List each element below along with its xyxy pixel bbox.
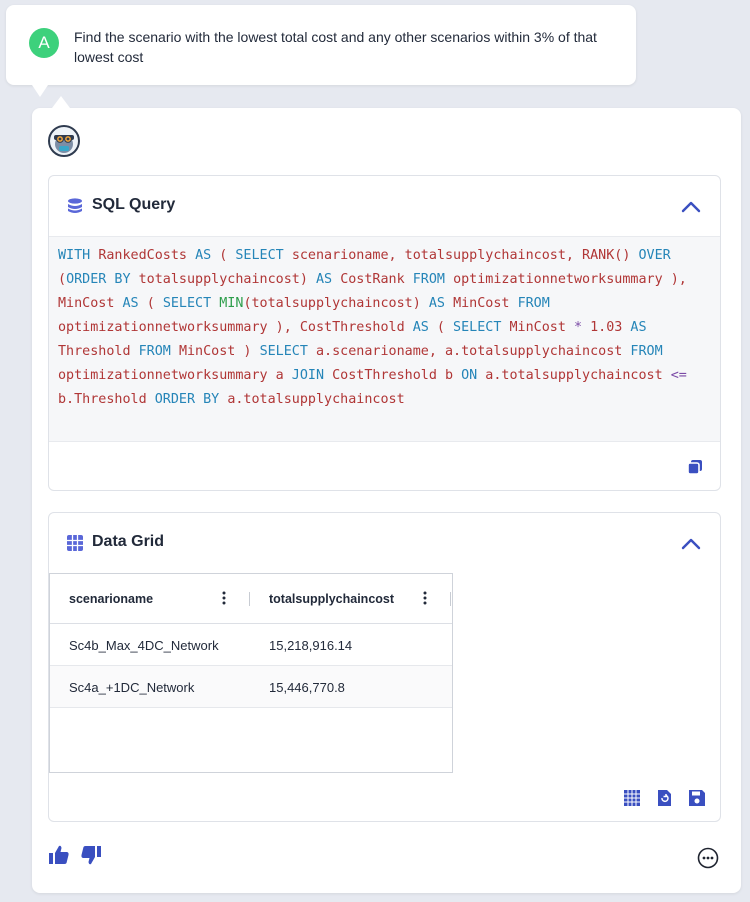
table-row[interactable]: Sc4a_+1DC_Network 15,446,770.8 (50, 666, 452, 708)
sql-token: totalsupplychaincost) (138, 272, 316, 287)
sql-panel-title: SQL Query (92, 196, 176, 213)
chevron-up-icon[interactable] (680, 196, 702, 218)
database-icon (68, 198, 82, 213)
sql-token: optimizationnetworksummary ), (58, 320, 300, 335)
sql-token: MinCost (509, 320, 574, 335)
sql-token: AS (316, 272, 341, 287)
sql-token: MIN (219, 296, 244, 311)
cell-scenarioname: Sc4a_+1DC_Network (69, 680, 195, 695)
sql-token: MinCost (453, 296, 518, 311)
sql-query-panel: SQL Query WITH RankedCosts AS ( SELECT s… (48, 175, 721, 491)
sql-token: SELECT (235, 248, 292, 263)
sql-token: WITH (58, 248, 99, 263)
sql-token: ( (219, 248, 236, 263)
sql-token: * (573, 320, 591, 335)
sql-token: ON (461, 368, 486, 383)
sql-token: Threshold (58, 344, 139, 359)
cell-scenarioname: Sc4b_Max_4DC_Network (69, 638, 219, 653)
sql-token: b.Threshold (58, 392, 155, 407)
grid-icon (67, 535, 83, 551)
sql-token: a.totalsupplychaincost (227, 392, 405, 407)
column-resize-handle[interactable] (450, 592, 451, 606)
cell-totalsupplychaincost: 15,446,770.8 (269, 680, 345, 695)
sql-token: 1.03 (590, 320, 631, 335)
grid-panel-title: Data Grid (92, 533, 165, 550)
sql-token: AS (412, 320, 437, 335)
sql-token: JOIN (291, 368, 333, 383)
sql-token: SELECT (259, 344, 316, 359)
chevron-up-icon[interactable] (680, 533, 702, 555)
sql-token: FROM (138, 344, 179, 359)
table-row[interactable]: Sc4b_Max_4DC_Network 15,218,916.14 (50, 624, 452, 666)
sql-token: AS (428, 296, 454, 311)
sql-token: optimizationnetworksummary a (58, 368, 292, 383)
assistant-avatar (48, 125, 80, 157)
sql-token: (totalsupplychaincost) (243, 296, 429, 311)
sql-token: AS (630, 320, 647, 335)
sql-token: CostThreshold (299, 320, 413, 335)
sql-token: FROM (517, 296, 550, 311)
sql-token: OVER (638, 248, 671, 263)
user-avatar: A (29, 28, 59, 58)
column-header-scenarioname[interactable]: scenarioname (69, 592, 153, 606)
sql-token: SELECT (453, 320, 510, 335)
sql-token: ORDER BY (154, 392, 228, 407)
sql-token: RankedCosts (98, 248, 196, 263)
column-menu-icon[interactable] (222, 590, 226, 606)
sql-token: ( (436, 320, 454, 335)
sql-token: CostRank (340, 272, 413, 287)
column-menu-icon[interactable] (423, 590, 427, 606)
sql-token: CostThreshold b (332, 368, 462, 383)
data-grid-table: scenarioname totalsupplychaincost Sc4b_M… (49, 573, 453, 773)
sql-token: FROM (412, 272, 454, 287)
user-message-text: Find the scenario with the lowest total … (74, 29, 597, 65)
sql-token: scenarioname, totalsupplychaincost, RANK… (291, 248, 639, 263)
column-resize-handle[interactable] (249, 592, 250, 606)
user-message-bubble: A Find the scenario with the lowest tota… (6, 5, 636, 97)
sql-token: AS (195, 248, 220, 263)
grid-header-row: scenarioname totalsupplychaincost (50, 574, 452, 624)
thumbs-down-icon[interactable] (80, 844, 102, 866)
sql-token: a.totalsupplychaincost (485, 368, 671, 383)
sql-token: a.scenarioname, a.totalsupplychaincost (316, 344, 631, 359)
sql-token: ORDER BY (66, 272, 139, 287)
grid-panel-header[interactable]: Data Grid (49, 513, 720, 573)
copy-icon[interactable] (686, 458, 704, 476)
table-view-icon[interactable] (623, 789, 641, 807)
sql-panel-header[interactable]: SQL Query (49, 176, 720, 236)
sql-token: AS (122, 296, 147, 311)
sql-token: <= (670, 368, 687, 383)
save-icon[interactable] (688, 789, 706, 807)
sql-token: ( (58, 272, 67, 287)
thumbs-up-icon[interactable] (48, 844, 70, 866)
data-grid-panel: Data Grid scenarioname totalsupplychainc… (48, 512, 721, 822)
cell-totalsupplychaincost: 15,218,916.14 (269, 638, 353, 653)
sql-query-text: WITH RankedCosts AS ( SELECT scenarionam… (49, 236, 720, 442)
export-file-icon[interactable] (655, 789, 673, 807)
sql-token: FROM (630, 344, 663, 359)
sql-token: ( (146, 296, 163, 311)
sql-token: SELECT (162, 296, 220, 311)
assistant-response-card: SQL Query WITH RankedCosts AS ( SELECT s… (32, 96, 741, 893)
more-options-icon[interactable] (697, 847, 719, 869)
sql-token: MinCost ) (178, 344, 260, 359)
column-header-totalsupplychaincost[interactable]: totalsupplychaincost (269, 592, 394, 606)
